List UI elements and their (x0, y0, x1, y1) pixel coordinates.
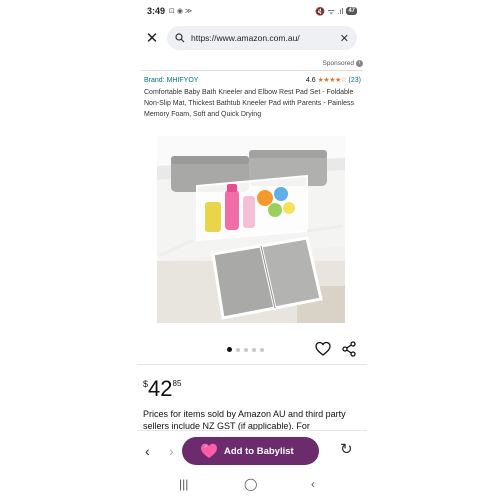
divider (137, 364, 367, 365)
carousel-dot[interactable] (227, 347, 232, 352)
sponsored-label[interactable]: Sponsored i (323, 60, 363, 67)
divider (141, 70, 363, 71)
babylist-label: Add to Babylist (224, 445, 294, 457)
status-right: 🔇 ᯤ .ıl 47 (315, 6, 357, 17)
browser-url-bar: ✕ https://www.amazon.com.au/ ✕ (137, 24, 367, 52)
image-carousel-dots (227, 347, 264, 352)
notification-icons: ⊡ ◉ ≫ (169, 8, 193, 15)
brand-rating-row: Brand: MHIFYOY 4.6 ★★★★☆ (23) (144, 76, 361, 85)
sponsored-text: Sponsored (322, 60, 354, 67)
back-arrow-icon[interactable]: ‹ (145, 443, 150, 459)
search-icon (175, 33, 185, 43)
review-count: (23) (348, 76, 361, 84)
product-image[interactable] (157, 136, 345, 323)
babylist-heart-icon (201, 443, 217, 458)
carousel-dot[interactable] (260, 347, 264, 352)
close-icon[interactable]: ✕ (137, 29, 167, 47)
android-nav-bar: ||| ◯ ‹ (137, 474, 367, 498)
info-icon: i (356, 60, 363, 67)
product-image-illustration (157, 136, 345, 323)
carousel-dot[interactable] (236, 347, 240, 352)
status-time: 3:49 (147, 6, 166, 16)
wishlist-heart-icon[interactable] (315, 341, 331, 357)
signal-icons: 🔇 ᯤ .ıl (315, 6, 344, 16)
price-whole: 42 (148, 376, 173, 401)
forward-arrow-icon[interactable]: › (169, 443, 174, 459)
share-icon[interactable] (341, 341, 357, 357)
clear-icon[interactable]: ✕ (340, 32, 349, 45)
url-text: https://www.amazon.com.au/ (191, 33, 300, 43)
star-rating-icon: ★★★★☆ (317, 77, 347, 84)
tax-note: Prices for items sold by Amazon AU and t… (143, 409, 346, 430)
rating[interactable]: 4.6 ★★★★☆ (23) (305, 76, 361, 85)
recents-icon[interactable]: ||| (179, 477, 188, 491)
android-back-icon[interactable]: ‹ (311, 477, 315, 491)
home-icon[interactable]: ◯ (244, 477, 257, 491)
browser-bottom-bar: ‹ › Add to Babylist ↻ (137, 430, 367, 470)
status-bar: 3:49 ⊡ ◉ ≫ 🔇 ᯤ .ıl 47 (137, 0, 367, 22)
carousel-dot[interactable] (244, 347, 248, 352)
url-field[interactable]: https://www.amazon.com.au/ ✕ (167, 26, 357, 50)
phone-screen: 3:49 ⊡ ◉ ≫ 🔇 ᯤ .ıl 47 ✕ https://www.amaz… (137, 0, 367, 500)
brand-link[interactable]: Brand: MHIFYOY (144, 77, 198, 84)
product-title[interactable]: Comfortable Baby Bath Kneeler and Elbow … (144, 87, 359, 120)
price-fraction: 85 (172, 379, 182, 388)
carousel-dot[interactable] (252, 347, 256, 352)
battery-icon: 47 (346, 7, 357, 15)
product-price: $ 42 85 (143, 377, 181, 401)
add-to-babylist-button[interactable]: Add to Babylist (182, 437, 319, 465)
reload-icon[interactable]: ↻ (340, 440, 353, 458)
rating-value: 4.6 (305, 76, 316, 84)
